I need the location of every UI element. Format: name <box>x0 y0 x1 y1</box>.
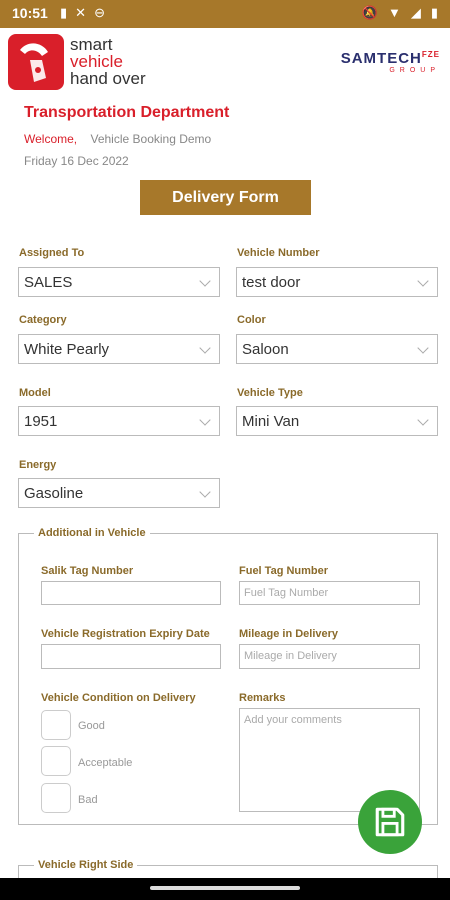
sim-icon: ▮ <box>60 5 68 20</box>
vehicle-type-select[interactable]: Mini Van <box>236 406 438 436</box>
model-label: Model <box>19 387 51 399</box>
logo-line-2: vehicle <box>70 52 123 71</box>
chevron-down-icon <box>417 342 429 354</box>
chevron-down-icon <box>417 275 429 287</box>
welcome-label: Welcome, <box>24 132 78 146</box>
status-right-icons: 🔕 ▼ ◢ ▮ <box>362 5 438 21</box>
right-side-legend: Vehicle Right Side <box>34 859 138 871</box>
chevron-down-icon <box>199 486 211 498</box>
battery-icon: ▮ <box>430 5 438 20</box>
signal-icon: ◢ <box>410 5 421 20</box>
dnd-icon: ⊖ <box>94 5 105 20</box>
vehicle-number-label: Vehicle Number <box>237 247 320 259</box>
vehicle-type-value: Mini Van <box>242 413 300 430</box>
color-label: Color <box>237 314 266 326</box>
chevron-down-icon <box>417 414 429 426</box>
salik-label: Salik Tag Number <box>41 565 134 577</box>
chevron-down-icon <box>199 414 211 426</box>
registration-expiry-label: Vehicle Registration Expiry Date <box>41 628 210 640</box>
condition-good-checkbox[interactable] <box>41 710 71 740</box>
logo-line-1: smart <box>70 35 113 54</box>
assigned-to-select[interactable]: SALES <box>18 267 220 297</box>
save-icon <box>375 807 405 837</box>
wifi-icon: ▼ <box>387 5 401 20</box>
assigned-to-value: SALES <box>24 274 73 291</box>
category-value: White Pearly <box>24 341 110 358</box>
status-left-icons: ▮ ✕ ⊖ <box>60 5 105 21</box>
welcome-line: Welcome, Vehicle Booking Demo <box>24 132 211 146</box>
mileage-label: Mileage in Delivery <box>239 628 339 640</box>
current-date: Friday 16 Dec 2022 <box>24 154 129 168</box>
additional-legend: Additional in Vehicle <box>34 527 150 539</box>
energy-select[interactable]: Gasoline <box>18 478 220 508</box>
partner-sup: FZE <box>421 50 440 59</box>
vehicle-number-select[interactable]: test door <box>236 267 438 297</box>
mileage-input[interactable]: Mileage in Delivery <box>239 644 420 669</box>
color-select[interactable]: Saloon <box>236 334 438 364</box>
category-select[interactable]: White Pearly <box>18 334 220 364</box>
department-title: Transportation Department <box>24 104 230 121</box>
mute-icon: 🔕 <box>361 5 378 20</box>
partner-name: SAMTECH <box>340 50 422 67</box>
condition-good-label: Good <box>78 720 105 732</box>
status-time: 10:51 <box>12 5 48 21</box>
chevron-down-icon <box>199 342 211 354</box>
navigation-bar <box>0 878 450 900</box>
chevron-down-icon <box>199 275 211 287</box>
user-name: Vehicle Booking Demo <box>90 132 212 146</box>
remarks-label: Remarks <box>239 692 286 704</box>
app-header: smart vehicle hand over SAMTECHFZE GROUP <box>0 28 450 98</box>
vehicle-type-label: Vehicle Type <box>237 387 303 399</box>
fuel-tag-label: Fuel Tag Number <box>239 565 329 577</box>
registration-expiry-input[interactable] <box>41 644 221 669</box>
assigned-to-label: Assigned To <box>19 247 85 259</box>
color-value: Saloon <box>242 341 289 358</box>
logo-line-3: hand over <box>70 69 146 88</box>
missed-call-icon: ✕ <box>75 5 87 20</box>
save-button[interactable] <box>358 790 422 854</box>
home-gesture-handle[interactable] <box>150 886 300 890</box>
app-logo-icon <box>8 34 64 90</box>
condition-acceptable-checkbox[interactable] <box>41 746 71 776</box>
model-value: 1951 <box>24 413 58 430</box>
energy-label: Energy <box>19 459 57 471</box>
model-select[interactable]: 1951 <box>18 406 220 436</box>
vehicle-number-value: test door <box>242 274 301 291</box>
energy-value: Gasoline <box>24 485 84 502</box>
condition-label: Vehicle Condition on Delivery <box>41 692 196 704</box>
partner-logo: SAMTECHFZE GROUP <box>341 50 440 74</box>
salik-input[interactable] <box>41 581 221 605</box>
status-bar: 10:51 ▮ ✕ ⊖ 🔕 ▼ ◢ ▮ <box>0 0 450 28</box>
condition-bad-label: Bad <box>78 794 98 806</box>
partner-group: GROUP <box>389 67 440 74</box>
app-logo-text: smart vehicle hand over <box>70 36 146 87</box>
condition-bad-checkbox[interactable] <box>41 783 71 813</box>
condition-acceptable-label: Acceptable <box>78 757 133 769</box>
delivery-form-button[interactable]: Delivery Form <box>140 180 311 215</box>
category-label: Category <box>19 314 67 326</box>
fuel-tag-input[interactable]: Fuel Tag Number <box>239 581 420 605</box>
